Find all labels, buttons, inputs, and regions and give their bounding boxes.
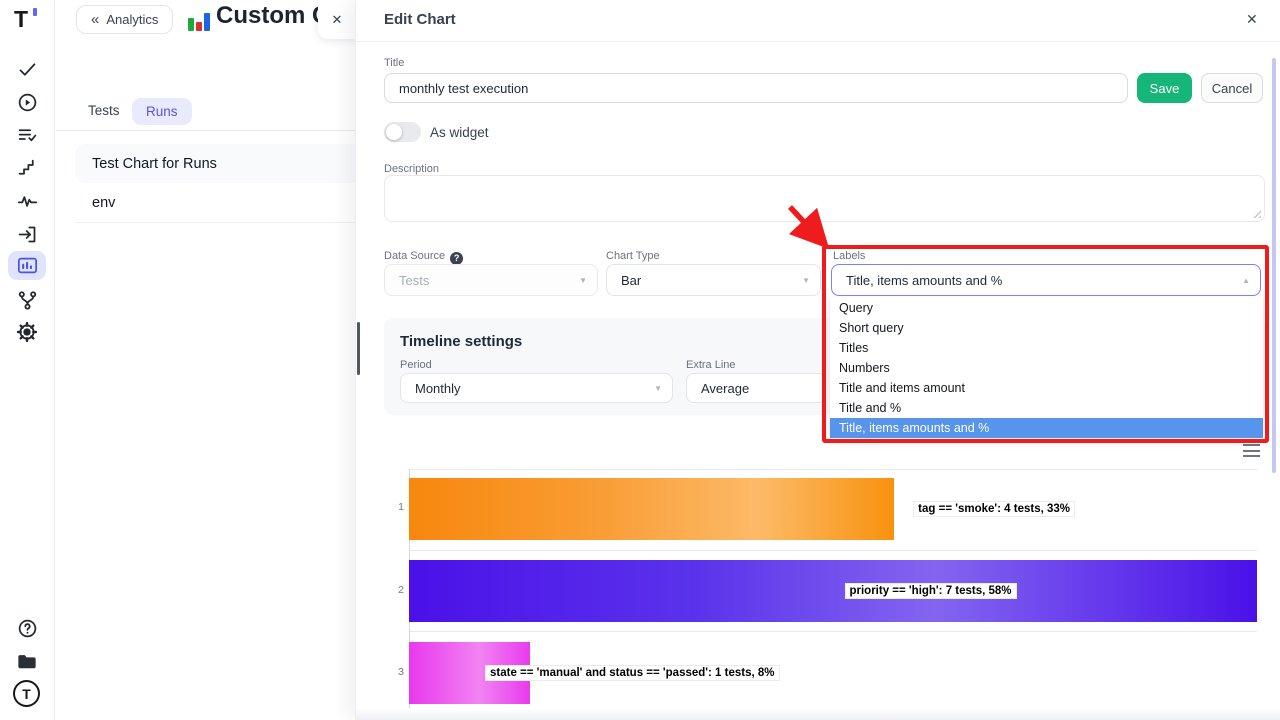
data-source-label: Data Source?: [384, 250, 463, 265]
chart-type-select[interactable]: Bar ▼: [606, 264, 821, 296]
chevrons-left-icon: «: [91, 11, 99, 28]
extra-line-label: Extra Line: [686, 359, 736, 371]
panel-scrollbar[interactable]: [1272, 58, 1276, 473]
as-widget-toggle[interactable]: [384, 122, 421, 142]
close-custom-charts-icon[interactable]: ✕: [318, 0, 356, 39]
bar-label: tag == 'smoke': 4 tests, 33%: [913, 501, 1075, 517]
app-logo-icon[interactable]: T: [14, 6, 27, 33]
save-button[interactable]: Save: [1137, 73, 1192, 103]
row-number: 2: [384, 584, 404, 596]
caret-up-icon: ▲: [1242, 276, 1250, 285]
cancel-button[interactable]: Cancel: [1201, 73, 1263, 103]
help-icon[interactable]: [15, 616, 39, 640]
chart-type-label: Chart Type: [606, 250, 660, 262]
option-title-items-amount[interactable]: Title and items amount: [830, 378, 1263, 398]
bar-label: priority == 'high': 7 tests, 58%: [844, 583, 1016, 599]
bar-row-3: state == 'manual' and status == 'passed'…: [409, 642, 1257, 704]
option-short-query[interactable]: Short query: [830, 318, 1263, 338]
test-plans-icon[interactable]: [15, 123, 39, 147]
close-panel-icon[interactable]: ✕: [1246, 11, 1258, 28]
data-source-select[interactable]: Tests ▼: [384, 264, 598, 296]
back-button-label: Analytics: [106, 12, 158, 27]
period-select[interactable]: Monthly ▼: [400, 373, 673, 403]
bar-row-2: priority == 'high': 7 tests, 58%: [409, 560, 1257, 622]
bar-row-1: tag == 'smoke': 4 tests, 33%: [409, 478, 1257, 540]
back-to-analytics-button[interactable]: « Analytics: [76, 5, 173, 34]
labels-select[interactable]: Title, items amounts and % ▲: [831, 264, 1261, 296]
panel-title: Edit Chart: [384, 11, 456, 28]
description-textarea[interactable]: [384, 175, 1265, 222]
option-titles[interactable]: Titles: [830, 338, 1263, 358]
panel-resize-handle[interactable]: [357, 322, 360, 375]
resize-grip-icon[interactable]: [1251, 208, 1261, 218]
caret-down-icon: ▼: [802, 276, 810, 285]
toggle-knob: [386, 124, 402, 140]
description-label: Description: [384, 163, 439, 175]
branches-icon[interactable]: [15, 288, 39, 312]
bar-priority-high[interactable]: [409, 560, 1257, 622]
caret-down-icon: ▼: [579, 276, 587, 285]
edit-chart-panel: Edit Chart ✕ Title Save Cancel As widget…: [355, 0, 1280, 720]
pulse-activity-icon[interactable]: [15, 189, 39, 213]
settings-gear-icon[interactable]: [15, 320, 39, 344]
option-title-and-percent[interactable]: Title and %: [830, 398, 1263, 418]
projects-folder-icon[interactable]: [15, 649, 39, 673]
tab-runs[interactable]: Runs: [132, 98, 192, 125]
profile-logo-icon[interactable]: T: [13, 680, 40, 707]
bar-label: state == 'manual' and status == 'passed'…: [485, 665, 780, 681]
help-question-icon[interactable]: ?: [450, 252, 463, 265]
option-title-items-amounts-percent-selected[interactable]: Title, items amounts and %: [830, 418, 1263, 438]
bar-chart: 1 tag == 'smoke': 4 tests, 33% 2 priorit…: [356, 460, 1280, 712]
bar-chart-colored-icon: [187, 9, 211, 31]
chart-menu-icon[interactable]: [1243, 444, 1260, 457]
tests-check-icon[interactable]: [15, 57, 39, 81]
sidebar-item-analytics-active[interactable]: [8, 251, 46, 280]
option-query[interactable]: Query: [830, 298, 1263, 318]
divider: [56, 130, 355, 131]
page-title: Custom Ch: [216, 2, 319, 30]
title-field-label: Title: [384, 57, 404, 69]
timeline-settings-heading: Timeline settings: [400, 333, 522, 350]
logo-accent: [33, 8, 37, 16]
bar-smoke[interactable]: [409, 478, 894, 540]
divider: [356, 41, 1280, 42]
list-item-env[interactable]: env: [75, 184, 356, 223]
period-label: Period: [400, 359, 432, 371]
panel-bottom-fade: [356, 708, 1280, 720]
option-numbers[interactable]: Numbers: [830, 358, 1263, 378]
labels-options-list: Query Short query Titles Numbers Title a…: [829, 298, 1264, 438]
tab-tests[interactable]: Tests: [88, 103, 120, 118]
labels-label: Labels: [833, 250, 865, 262]
runs-play-icon[interactable]: [15, 90, 39, 114]
list-item-test-chart-for-runs[interactable]: Test Chart for Runs: [75, 144, 356, 183]
app-sidebar: T T: [0, 0, 55, 720]
custom-charts-pane: « Analytics Custom Ch ✕ Tests Runs Test …: [56, 0, 355, 720]
caret-down-icon: ▼: [654, 384, 662, 393]
steps-icon[interactable]: [15, 156, 39, 180]
import-icon[interactable]: [15, 222, 39, 246]
row-number: 1: [384, 501, 404, 513]
extra-line-select[interactable]: Average: [686, 373, 822, 403]
row-number: 3: [384, 666, 404, 678]
as-widget-label: As widget: [430, 125, 489, 140]
chart-title-input[interactable]: [384, 73, 1128, 103]
